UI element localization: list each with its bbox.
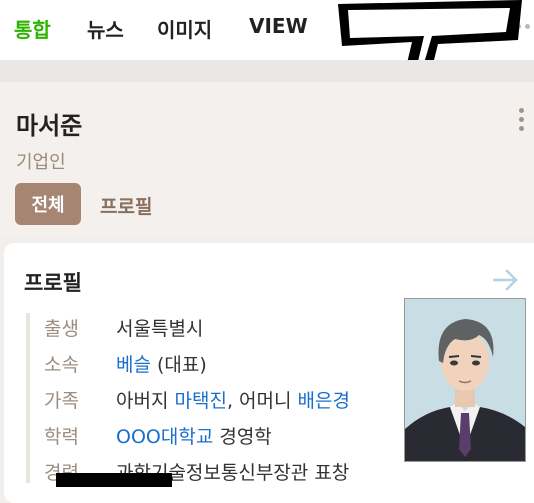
row-text: 아버지 (116, 390, 175, 412)
profile-row-birth: 출생 서울특별시 (44, 314, 203, 341)
row-text: , 어머니 (226, 390, 298, 412)
profile-photo[interactable] (404, 298, 526, 462)
tab-news[interactable]: 뉴스 (87, 14, 124, 43)
tab-view[interactable]: VIEW (249, 14, 308, 38)
tab-images[interactable]: 이미지 (157, 14, 212, 43)
profile-row-education: 학력 OOO대학교 경영학 (44, 422, 272, 449)
tab-all[interactable]: 전체 (15, 183, 81, 225)
link-mother[interactable]: 배은경 (298, 390, 350, 412)
row-value: (대표) (150, 354, 207, 376)
tab-profile[interactable]: 프로필 (100, 192, 152, 219)
more-options-icon[interactable] (519, 108, 524, 131)
tab-integrated[interactable]: 통합 (14, 14, 51, 43)
entity-subtitle: 기업인 (16, 152, 66, 173)
redaction-mark (56, 473, 172, 487)
row-value: 서울특별시 (116, 318, 204, 340)
profile-row-family: 가족 아버지 마택진, 어머니 배은경 (44, 386, 350, 413)
link-affiliation[interactable]: 베슬 (116, 354, 151, 376)
row-label: 가족 (44, 390, 79, 412)
row-label: 출생 (44, 318, 79, 340)
nav-divider (0, 60, 534, 82)
entity-name: 마서준 (16, 112, 83, 140)
row-text: 경영학 (213, 426, 272, 448)
row-label: 학력 (44, 426, 79, 448)
link-school[interactable]: OOO대학교 (116, 426, 213, 448)
profile-divider (26, 313, 30, 483)
arrow-right-icon[interactable] (490, 266, 520, 294)
link-father[interactable]: 마택진 (174, 390, 226, 412)
row-label: 소속 (44, 354, 79, 376)
profile-row-affiliation: 소속 베슬 (대표) (44, 350, 207, 377)
profile-title: 프로필 (24, 271, 82, 295)
